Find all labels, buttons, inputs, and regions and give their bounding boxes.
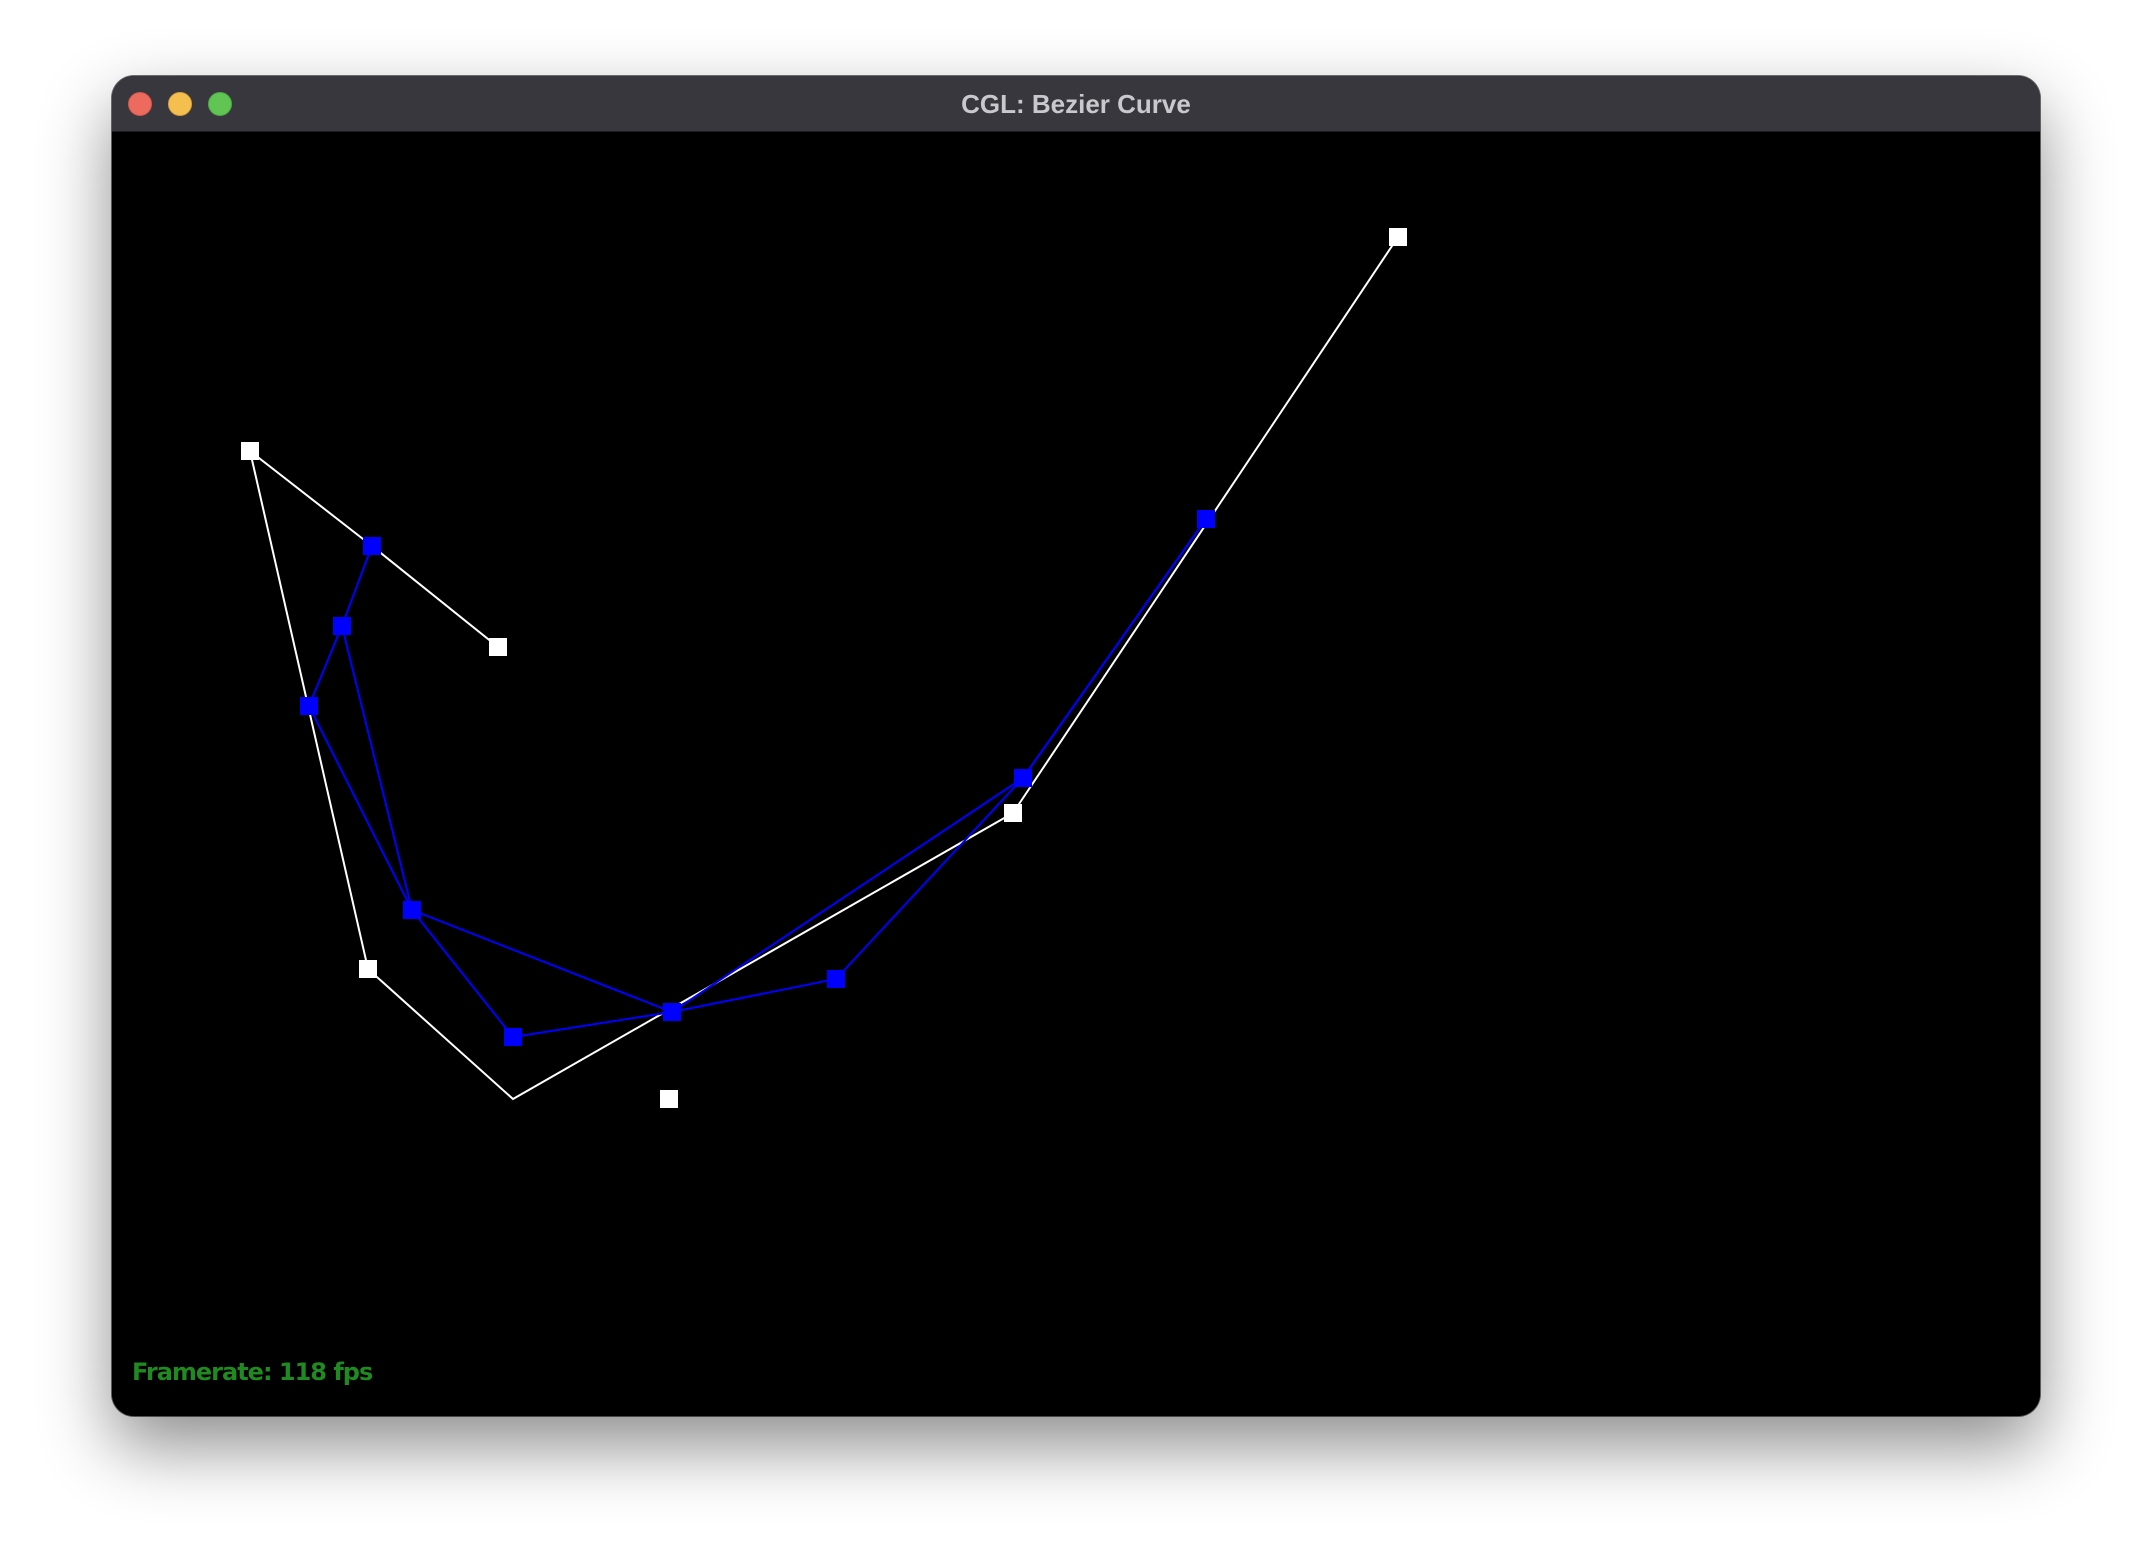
intermediate-polygon-level-2 [341, 518, 1207, 1039]
window-title: CGL: Bezier Curve [961, 89, 1191, 119]
control-point[interactable] [489, 638, 507, 656]
control-point[interactable] [660, 1090, 678, 1108]
control-polygon-path-b [249, 236, 1399, 1101]
intermediate-polygon-level-1 [308, 518, 1207, 1014]
intermediate-point [300, 697, 318, 715]
intermediate-point [403, 901, 421, 919]
title-bar[interactable]: CGL: Bezier Curve [112, 76, 2040, 132]
intermediate-point [333, 617, 351, 635]
app-window: CGL: Bezier Curve Framerate: 118 fps [112, 76, 2040, 1416]
framerate-label: Framerate: 118 fps [132, 1358, 373, 1386]
control-point[interactable] [359, 960, 377, 978]
control-point[interactable] [1004, 804, 1022, 822]
control-point[interactable] [241, 442, 259, 460]
drawing-canvas[interactable]: Framerate: 118 fps [112, 132, 2040, 1416]
intermediate-point [1197, 510, 1215, 528]
intermediate-point [504, 1028, 522, 1046]
bezier-scene[interactable] [112, 132, 2040, 1416]
control-point[interactable] [1389, 228, 1407, 246]
intermediate-point [1014, 769, 1032, 787]
intermediate-point [827, 970, 845, 988]
intermediate-point [663, 1003, 681, 1021]
intermediate-point [363, 537, 381, 555]
